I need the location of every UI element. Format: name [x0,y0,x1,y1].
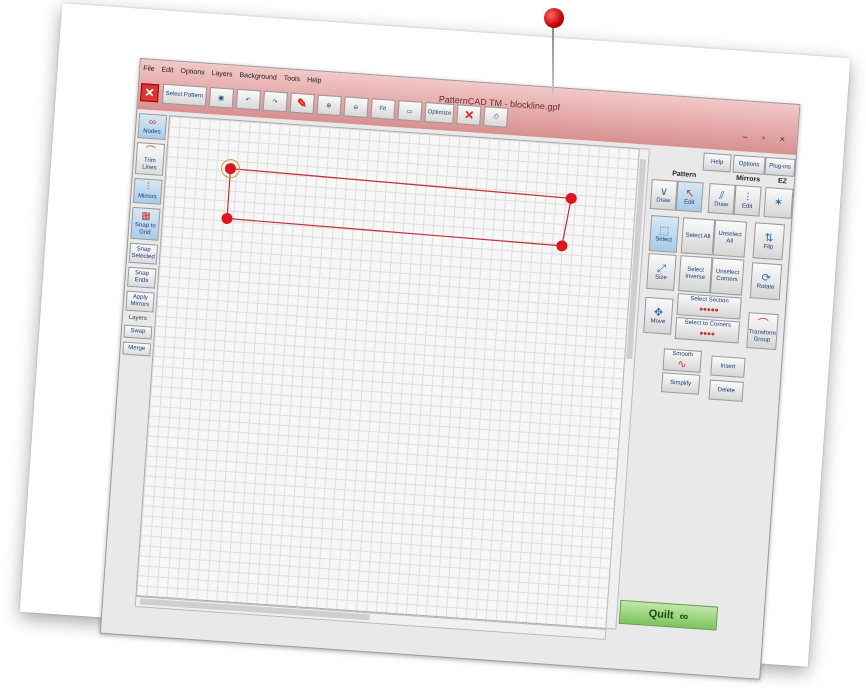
pattern-node[interactable] [221,212,233,225]
swap-button[interactable]: Swap [123,324,153,340]
snap-to-grid-button[interactable]: ▦ Snap to Grid [130,206,161,241]
flip-button[interactable]: ⇅ Flip [752,222,785,261]
window-controls[interactable]: – ▫ × [742,131,791,144]
zoom-in-icon[interactable]: ⊕ [316,94,342,117]
exit-icon[interactable]: ✕ [139,83,160,103]
ez-button[interactable]: ✶ [763,186,794,219]
select-pattern-button[interactable]: Select Pattern [161,83,207,107]
menu-edit[interactable]: Edit [161,67,174,80]
select-all-button[interactable]: Select All [680,217,716,256]
menu-background[interactable]: Background [239,72,277,87]
transform-icon: ⌒ [757,317,769,331]
draw-icon: ∨ [659,185,669,198]
menu-file[interactable]: File [143,65,155,78]
mirror-edit-icon: ⫶ [745,191,750,204]
snap-selected-button[interactable]: Snap Selected [128,242,159,265]
merge-button[interactable]: Merge [122,341,152,357]
trim-lines-icon: ⌒ [145,145,156,158]
clear-icon[interactable]: ✕ [456,104,482,126]
transform-group-button[interactable]: ⌒ Transform Group [746,312,779,351]
menu-options[interactable]: Options [180,68,205,82]
smooth-icon: ∿ [676,357,687,371]
size-icon: ⤢ [656,262,667,275]
menu-tools[interactable]: Tools [283,75,301,88]
pattern-draw-button[interactable]: ∨ Draw [649,178,678,211]
quilt-label: Quilt [648,607,675,622]
undo-icon[interactable]: ↶ [235,88,261,111]
select-inverse-button[interactable]: Select Inverse [678,255,713,294]
plugins-label: Plug-ins [768,162,792,171]
mirrors-button[interactable]: ⫶ Mirrors [132,177,163,205]
select-to-corners-button[interactable]: Select to Corners •••• [674,317,741,344]
pushpin-icon [544,8,564,28]
select-button[interactable]: ⬚ Select [648,215,680,253]
corner-nodes-icon: •••• [699,327,716,341]
drawing-canvas[interactable] [135,115,640,629]
pattern-node[interactable] [565,192,577,205]
cursor-icon: ⬚ [658,224,670,237]
snap-ends-button[interactable]: Snap Ends [127,266,157,289]
trim-lines-button[interactable]: ⌒ Trim Lines [134,142,166,176]
pattern-line [226,167,572,247]
delete-button[interactable]: Delete [708,379,744,402]
insert-button[interactable]: Insert [710,355,746,378]
redo-icon[interactable]: ↷ [262,90,288,113]
plugins-button[interactable]: Plug-ins [764,156,796,177]
mirrors-edit-button[interactable]: ⫶ Edit [733,184,762,217]
star-icon: ✶ [773,196,784,210]
move-icon: ✥ [653,305,664,319]
pattern-node[interactable] [556,240,568,252]
options-label: Options [738,160,760,168]
select-section-button[interactable]: Select Section ••••• [676,293,742,320]
pushpin-needle [552,26,554,98]
unselect-all-button[interactable]: Unselect All [712,219,748,258]
zoom-out-icon[interactable]: ⊖ [343,96,369,118]
simplify-button[interactable]: Simplify [660,372,701,395]
pattern-edit-button[interactable]: ↖ Edit [675,180,704,213]
unselect-corners-button[interactable]: Unselect Corners [709,257,745,296]
nodes-button[interactable]: ∞ Nodes [137,113,168,140]
help-label: Help [710,158,724,166]
rotate-icon: ⟳ [761,271,772,285]
layers-header: Layers [128,314,148,323]
quilt-icon: ∞ [679,609,689,624]
help-button[interactable]: Help [702,152,732,173]
optimize-button[interactable]: Optimize [423,102,455,125]
edit-icon: ↖ [684,186,695,200]
page-icon[interactable]: ▭ [396,100,423,122]
apply-mirrors-button[interactable]: Apply Mirrors [125,290,155,313]
mirrors-header: Mirrors [735,174,761,184]
menu-layers[interactable]: Layers [211,70,232,83]
rotate-button[interactable]: ⟳ Rotate [749,262,783,301]
flip-icon: ⇅ [763,231,775,245]
size-button[interactable]: ⤢ Size [646,252,677,291]
print-icon[interactable]: ⎙ [483,106,509,128]
app-window: File Edit Options Layers Background Tool… [99,58,801,680]
ez-header: EZ [777,177,788,186]
save-icon[interactable]: ▣ [208,86,234,109]
fit-button[interactable]: Fit [370,98,396,120]
eraser-icon[interactable]: ✎ [289,92,315,115]
options-button[interactable]: Options [732,154,766,175]
section-nodes-icon: ••••• [698,303,719,317]
mirror-draw-icon: ⫽ [718,189,725,202]
mirrors-draw-button[interactable]: ⫽ Draw [707,183,736,215]
menu-help[interactable]: Help [306,77,322,90]
smooth-button[interactable]: Smooth ∿ [662,348,702,373]
pattern-header: Pattern [671,170,697,180]
move-button[interactable]: ✥ Move [643,296,674,335]
pattern-node[interactable] [225,163,237,175]
quilt-button[interactable]: Quilt ∞ [618,599,719,631]
